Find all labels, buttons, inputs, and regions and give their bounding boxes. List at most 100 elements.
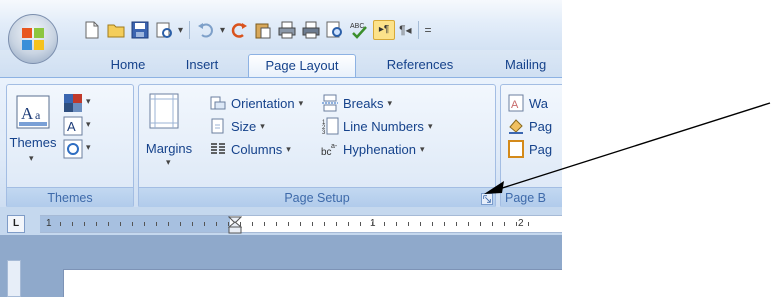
print-preview-magnifier-icon[interactable] bbox=[325, 20, 345, 40]
spell-check-icon[interactable]: ABC bbox=[349, 20, 369, 40]
page-borders-icon bbox=[508, 140, 524, 158]
print-preview-icon[interactable] bbox=[154, 20, 174, 40]
svg-text:bc: bc bbox=[321, 147, 332, 158]
theme-effects-icon[interactable] bbox=[63, 139, 83, 159]
size-button[interactable]: Size ▾ bbox=[209, 117, 265, 135]
ruler-tick bbox=[360, 222, 361, 226]
pilcrow-icon[interactable]: ¶◂ bbox=[399, 23, 411, 37]
ruler-tick bbox=[240, 222, 241, 226]
tab-home[interactable]: Home bbox=[98, 54, 158, 78]
columns-icon bbox=[211, 143, 225, 154]
tab-references[interactable]: References bbox=[370, 54, 470, 78]
orientation-dropdown-icon: ▾ bbox=[298, 97, 304, 108]
word-window: ▾ ▾ ABC ▸¶ ¶◂ = Home Insert Page Layout … bbox=[0, 0, 562, 297]
horizontal-ruler[interactable]: 1 1 2 bbox=[40, 215, 562, 234]
hyphenation-label: Hyphenation bbox=[343, 141, 416, 157]
save-icon[interactable] bbox=[130, 20, 150, 40]
theme-fonts-icon[interactable]: A bbox=[63, 116, 83, 136]
watermark-button[interactable]: A Wa bbox=[507, 94, 548, 112]
theme-colors-dropdown-icon[interactable]: ▾ bbox=[86, 96, 91, 107]
ruler-tick bbox=[204, 222, 205, 226]
size-dropdown-icon: ▾ bbox=[260, 120, 265, 131]
watermark-icon: A bbox=[508, 94, 524, 112]
watermark-label: Wa bbox=[529, 95, 549, 111]
hyphenation-dropdown-icon: ▾ bbox=[420, 143, 425, 154]
page-background-group: A Wa Pag Pag Page B bbox=[500, 84, 562, 208]
page-borders-label: Pag bbox=[529, 141, 553, 157]
hyphenation-icon: bca- bbox=[321, 143, 338, 158]
themes-icon[interactable]: A a bbox=[16, 95, 50, 129]
ruler-tick bbox=[396, 222, 397, 226]
document-area bbox=[0, 235, 562, 297]
columns-label: Columns bbox=[231, 141, 283, 157]
title-bar: ▾ ▾ ABC ▸¶ ¶◂ = bbox=[0, 0, 562, 64]
ruler-tick bbox=[228, 222, 229, 226]
left-margin-area bbox=[40, 216, 230, 232]
undo-icon[interactable] bbox=[196, 20, 216, 40]
orientation-button[interactable]: Orientation ▾ bbox=[209, 94, 303, 112]
themes-dropdown-icon[interactable]: ▾ bbox=[29, 153, 34, 164]
print-icon[interactable] bbox=[277, 20, 297, 40]
themes-group-label: Themes bbox=[7, 187, 133, 207]
margins-dropdown-icon[interactable]: ▾ bbox=[166, 157, 171, 168]
page-setup-group-label: Page Setup bbox=[139, 187, 495, 207]
ruler-tick bbox=[468, 222, 469, 226]
office-button[interactable] bbox=[8, 14, 58, 64]
svg-text:ABC: ABC bbox=[350, 23, 364, 30]
new-document-icon[interactable] bbox=[82, 20, 102, 40]
svg-text:A: A bbox=[67, 119, 76, 134]
quick-print-icon[interactable] bbox=[301, 20, 321, 40]
ruler-tick bbox=[132, 222, 133, 226]
office-logo-icon bbox=[22, 28, 44, 50]
theme-fonts-dropdown-icon[interactable]: ▾ bbox=[86, 119, 91, 130]
page-color-label: Pag bbox=[529, 118, 553, 134]
dialog-launcher-icon[interactable] bbox=[481, 193, 493, 205]
qat-dropdown-icon[interactable]: ▾ bbox=[178, 25, 183, 36]
hyphenation-button[interactable]: bc a- Hyphenation ▾ bbox=[321, 140, 425, 159]
document-page[interactable] bbox=[63, 269, 562, 297]
ruler-tick bbox=[144, 222, 145, 226]
ruler-tick bbox=[408, 222, 409, 226]
ruler-tick bbox=[96, 222, 97, 226]
tab-mailings[interactable]: Mailing bbox=[505, 54, 562, 78]
columns-button[interactable]: Columns ▾ bbox=[209, 140, 291, 158]
ruler-tick bbox=[420, 222, 421, 226]
theme-colors-icon[interactable] bbox=[63, 93, 83, 113]
page-borders-button[interactable]: Pag bbox=[507, 140, 552, 158]
vertical-ruler bbox=[7, 260, 21, 297]
ruler-tick bbox=[372, 222, 373, 226]
breaks-button[interactable]: Breaks ▾ bbox=[321, 94, 392, 112]
ruler-tick bbox=[108, 222, 109, 226]
ruler-tick bbox=[300, 222, 301, 226]
ruler-tick bbox=[216, 222, 217, 226]
tab-selector-button[interactable]: L bbox=[7, 215, 25, 233]
ruler-tick bbox=[480, 222, 481, 226]
margins-button-label[interactable]: Margins bbox=[139, 141, 199, 156]
ruler-tick bbox=[312, 222, 313, 226]
margins-icon[interactable] bbox=[149, 93, 179, 129]
theme-effects-dropdown-icon[interactable]: ▾ bbox=[86, 142, 91, 153]
tab-insert[interactable]: Insert bbox=[172, 54, 232, 78]
ruler-tick bbox=[288, 222, 289, 226]
ruler-tick bbox=[264, 222, 265, 226]
line-numbers-button[interactable]: 123 Line Numbers ▾ bbox=[321, 117, 432, 135]
ruler-tick bbox=[84, 222, 85, 226]
size-label: Size bbox=[231, 118, 257, 134]
ruler-tick bbox=[72, 222, 73, 226]
tab-page-layout[interactable]: Page Layout bbox=[248, 54, 356, 78]
show-formatting-active-button[interactable]: ▸¶ bbox=[373, 20, 396, 40]
themes-group: A a Themes ▾ ▾ A ▾ ▾ Themes bbox=[6, 84, 134, 208]
ruler-tick bbox=[120, 222, 121, 226]
ruler-tick bbox=[516, 222, 517, 226]
customize-qat-icon[interactable]: = bbox=[425, 23, 432, 37]
page-color-button[interactable]: Pag bbox=[507, 117, 552, 135]
ruler-tick bbox=[60, 222, 61, 226]
ruler-tick bbox=[528, 222, 529, 226]
redo-icon[interactable] bbox=[229, 20, 249, 40]
quick-access-toolbar: ▾ ▾ ABC ▸¶ ¶◂ = bbox=[82, 18, 432, 42]
open-folder-icon[interactable] bbox=[106, 20, 126, 40]
ruler-tick bbox=[504, 222, 505, 226]
paste-icon[interactable] bbox=[253, 20, 273, 40]
undo-dropdown-icon[interactable]: ▾ bbox=[220, 25, 225, 36]
themes-button-label[interactable]: Themes bbox=[7, 135, 59, 150]
